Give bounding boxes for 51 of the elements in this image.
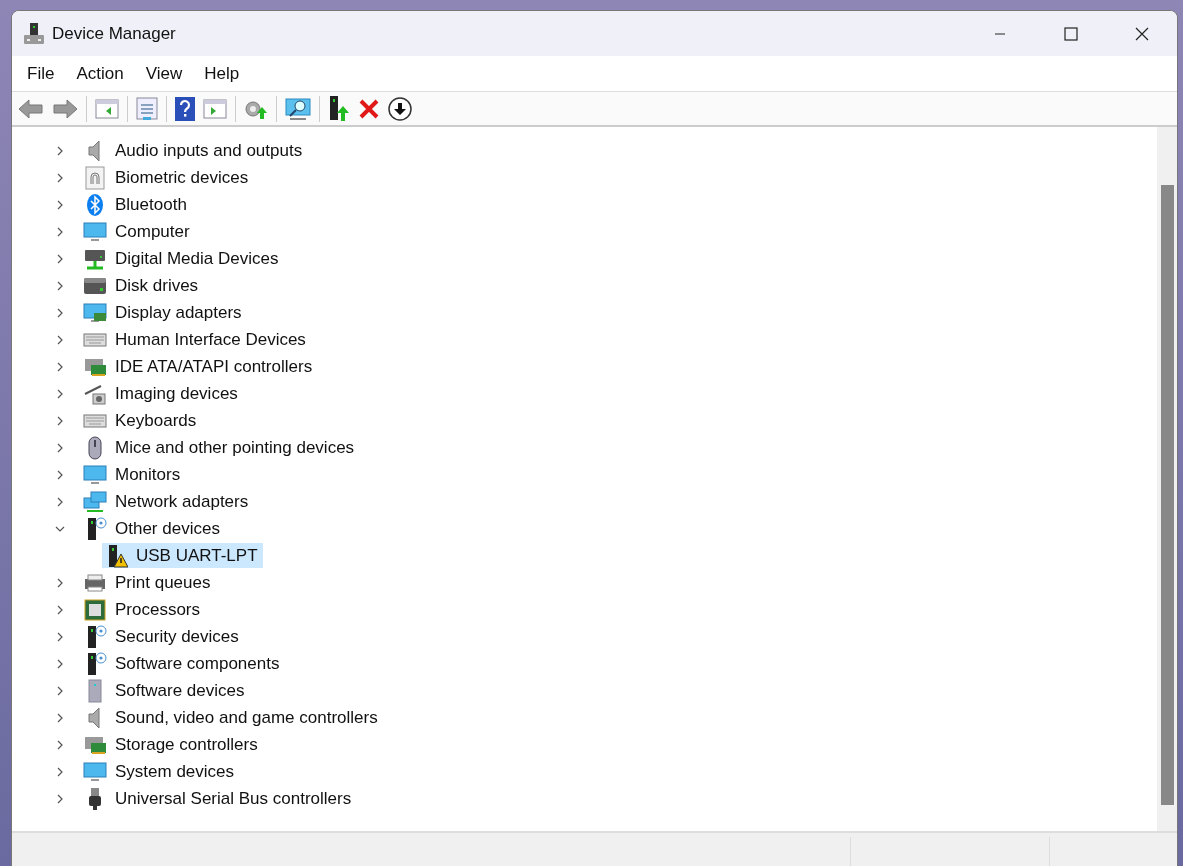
tree-item[interactable]: Other devices [115, 518, 220, 539]
tree-item[interactable]: Keyboards [115, 410, 197, 431]
fingerprint-icon [83, 165, 107, 190]
tree-item[interactable]: Audio inputs and outputs [115, 140, 303, 161]
console-tree-icon[interactable] [95, 97, 119, 120]
tree-item[interactable]: Display adapters [115, 302, 242, 323]
tree-item[interactable]: USB UART-LPT [102, 543, 263, 568]
network-icon [83, 489, 107, 514]
monitor-icon [83, 759, 107, 784]
tree-item[interactable]: Human Interface Devices [115, 329, 306, 350]
tree-item[interactable]: Print queues [115, 572, 211, 593]
tree-item[interactable]: Processors [115, 599, 201, 620]
tree-item[interactable]: Computer [115, 221, 190, 242]
tree-item[interactable]: Security devices [115, 626, 239, 647]
tree-item[interactable]: Disk drives [115, 275, 199, 296]
tree-item[interactable]: Imaging devices [115, 383, 238, 404]
menu-item[interactable]: File [16, 59, 66, 88]
monitor-icon [83, 462, 107, 487]
tree-item[interactable]: Network adapters [115, 491, 249, 512]
menu-item[interactable]: Help [193, 59, 251, 88]
monitor-icon [83, 300, 107, 325]
scrollbar[interactable] [1157, 127, 1177, 831]
tree-item[interactable]: Software components [115, 653, 280, 674]
tree-item[interactable]: Biometric devices [115, 167, 249, 188]
properties-icon[interactable] [136, 96, 158, 121]
action-pane-icon[interactable] [203, 97, 227, 120]
tree-item[interactable]: Sound, video and game controllers [115, 707, 378, 728]
tree-item[interactable]: Universal Serial Bus controllers [115, 788, 352, 809]
device-enable-icon[interactable] [328, 95, 350, 122]
tree-item[interactable]: Mice and other pointing devices [115, 437, 355, 458]
help-icon[interactable] [175, 96, 195, 121]
tree-item[interactable]: Monitors [115, 464, 181, 485]
tree-item[interactable]: Digital Media Devices [115, 248, 279, 269]
forward-arrow-icon[interactable] [52, 97, 78, 120]
down-arrow-circle-icon[interactable] [388, 96, 412, 121]
tree-item[interactable]: System devices [115, 761, 235, 782]
back-arrow-icon[interactable] [18, 97, 44, 120]
monitor-icon [83, 219, 107, 244]
maximize-icon [1063, 26, 1078, 41]
close-icon [1134, 26, 1149, 41]
uninstall-x-icon[interactable] [358, 97, 380, 120]
tree-item[interactable]: IDE ATA/ATAPI controllers [115, 356, 313, 377]
monitor-search-icon[interactable] [285, 96, 311, 121]
menu-item[interactable]: View [134, 59, 194, 88]
chip-icon [83, 597, 107, 622]
tree-item[interactable]: Software devices [115, 680, 245, 701]
tree-item[interactable]: Bluetooth [115, 194, 187, 215]
menu-item[interactable]: Action [65, 59, 135, 88]
device-icon [24, 22, 44, 45]
window-title: Device Manager [52, 23, 176, 44]
tree-item[interactable]: Storage controllers [115, 734, 258, 755]
